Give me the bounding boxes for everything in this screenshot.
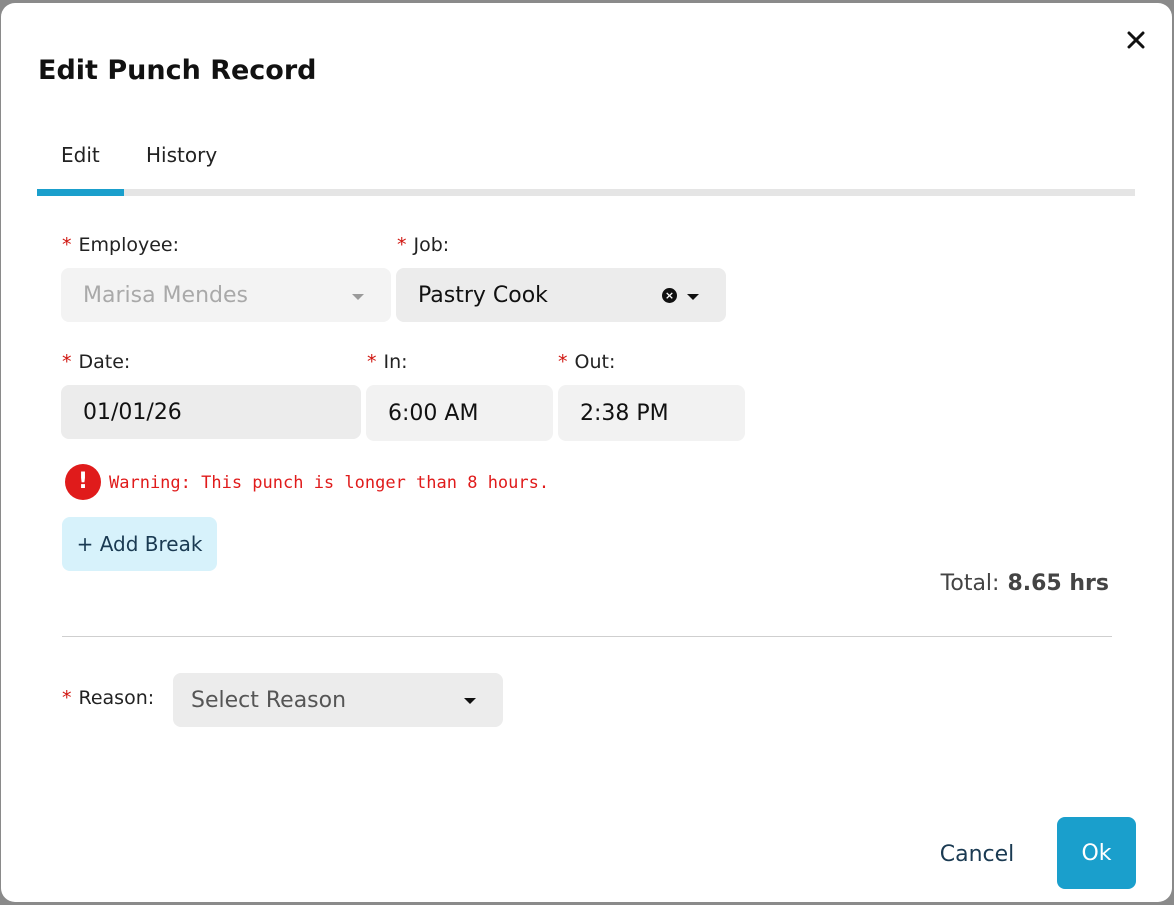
time-in-value: 6:00 AM	[388, 400, 479, 426]
in-label: * In:	[367, 351, 408, 373]
ok-button[interactable]: Ok	[1057, 817, 1136, 889]
date-field[interactable]: 01/01/26	[61, 385, 361, 439]
total-value: 8.65 hrs	[1007, 571, 1109, 596]
required-marker: *	[367, 351, 377, 373]
chevron-down-icon[interactable]	[687, 294, 699, 300]
required-marker: *	[558, 351, 568, 373]
employee-value: Marisa Mendes	[83, 282, 248, 308]
tab-history[interactable]: History	[146, 143, 217, 167]
reason-select[interactable]: Select Reason	[173, 673, 503, 727]
date-value: 01/01/26	[83, 399, 182, 425]
time-out-value: 2:38 PM	[580, 400, 669, 426]
employee-label: * Employee:	[62, 234, 180, 256]
cancel-button[interactable]: Cancel	[924, 835, 1030, 873]
clear-icon[interactable]: ×	[662, 288, 677, 303]
warning-icon: !	[65, 464, 101, 500]
job-value: Pastry Cook	[418, 282, 548, 308]
chevron-down-icon[interactable]	[464, 698, 476, 704]
tabs-track	[37, 189, 1135, 196]
date-label: * Date:	[62, 351, 131, 373]
required-marker: *	[397, 234, 407, 256]
tab-edit[interactable]: Edit	[61, 143, 100, 167]
dialog-title: Edit Punch Record	[38, 55, 317, 86]
job-label: * Job:	[397, 234, 450, 256]
required-marker: *	[62, 687, 72, 709]
reason-label: * Reason:	[62, 687, 155, 709]
add-break-button[interactable]: + Add Break	[62, 517, 217, 571]
time-out-field[interactable]: 2:38 PM	[558, 385, 745, 441]
close-icon[interactable]	[1125, 29, 1147, 51]
warning-text: Warning: This punch is longer than 8 hou…	[109, 473, 550, 493]
required-marker: *	[62, 234, 72, 256]
total-label: Total:	[940, 571, 1000, 596]
active-tab-indicator	[37, 189, 124, 196]
chevron-down-icon	[352, 294, 364, 300]
required-marker: *	[62, 351, 72, 373]
divider	[62, 636, 1112, 637]
time-in-field[interactable]: 6:00 AM	[366, 385, 553, 441]
total-hours: Total: 8.65 hrs	[941, 571, 1109, 596]
out-label: * Out:	[558, 351, 616, 373]
job-select[interactable]: Pastry Cook ×	[396, 268, 726, 322]
reason-placeholder: Select Reason	[191, 687, 347, 713]
employee-select: Marisa Mendes	[61, 268, 391, 322]
edit-punch-dialog: Edit Punch Record Edit History * Employee…	[1, 3, 1172, 902]
